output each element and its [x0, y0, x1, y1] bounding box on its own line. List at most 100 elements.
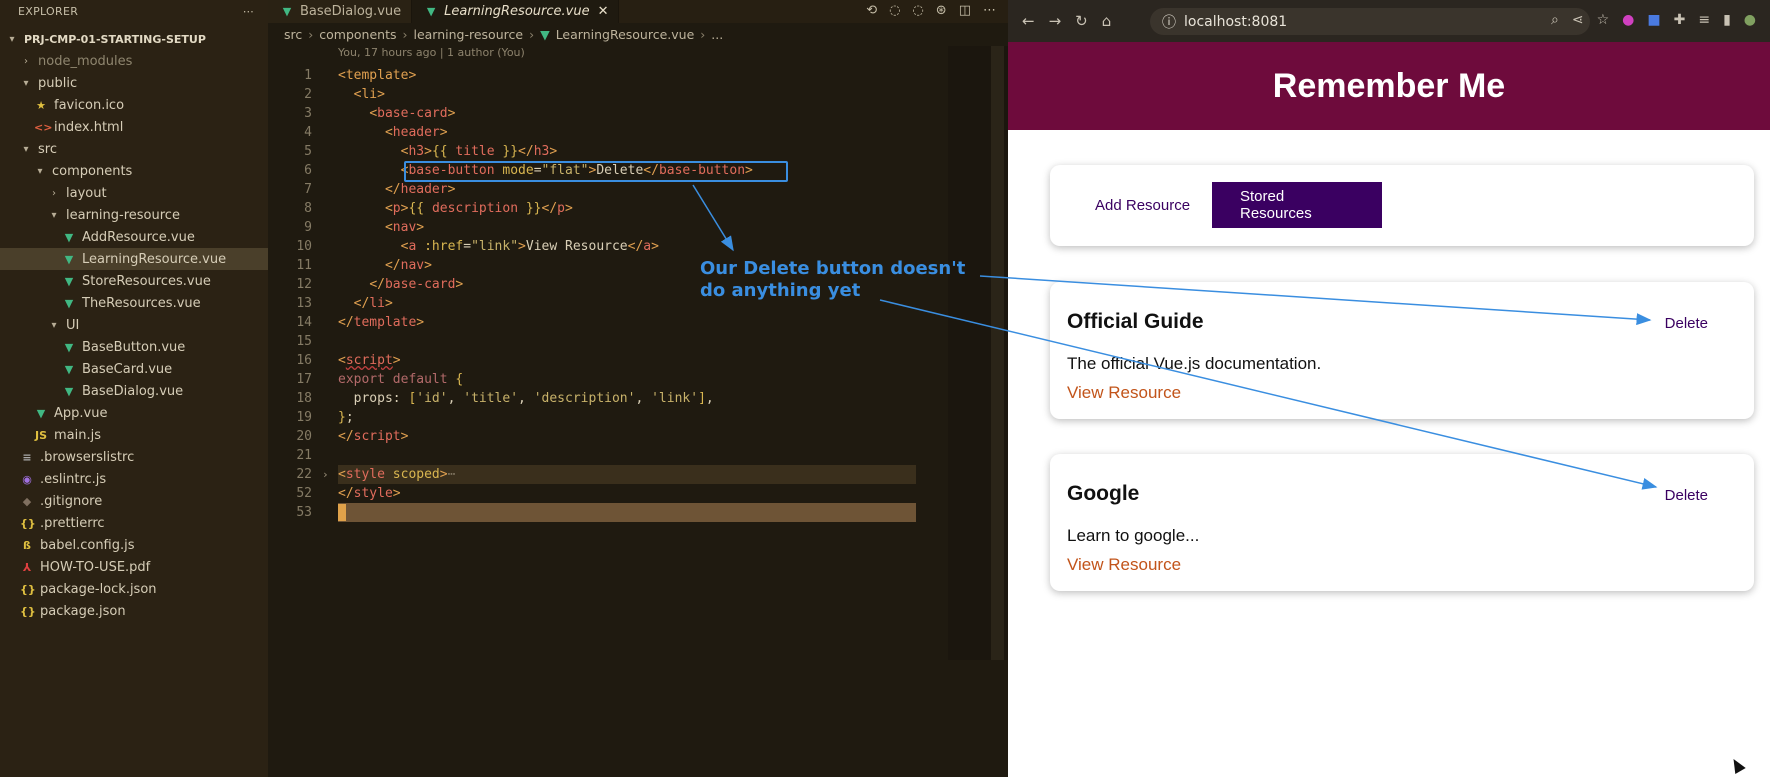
tree-item[interactable]: ◆ .gitignore [0, 490, 268, 512]
code-line[interactable]: 16 <script> [268, 351, 1008, 370]
tree-item[interactable]: ▼ BaseCard.vue [0, 358, 268, 380]
tree-item[interactable]: ▾ learning-resource [0, 204, 268, 226]
code-line[interactable]: 19}; [268, 408, 1008, 427]
tree-item[interactable]: ▼ StoreResources.vue [0, 270, 268, 292]
editor-tabs: ▼ BaseDialog.vue ▼ LearningResource.vue … [268, 0, 1008, 23]
code-text: <style scoped>⋯ [338, 467, 456, 482]
code-line[interactable]: 5 <h3>{{ title }}</h3> [268, 142, 1008, 161]
code-line[interactable]: 21 [268, 446, 1008, 465]
tree-item[interactable]: ★ favicon.ico [0, 94, 268, 116]
view-resource-link[interactable]: View Resource [1067, 555, 1181, 575]
tree-item[interactable]: JS main.js [0, 424, 268, 446]
breadcrumb-item[interactable]: LearningResource.vue [556, 27, 695, 42]
tree-item[interactable]: ▾ src [0, 138, 268, 160]
media-icon[interactable]: ≡ [1698, 12, 1710, 28]
add-resource-button[interactable]: Add Resource [1067, 182, 1219, 228]
breadcrumb-item[interactable]: ... [711, 27, 723, 42]
tree-item[interactable]: {} package-lock.json [0, 578, 268, 600]
share-icon[interactable]: ⋖ [1572, 12, 1584, 28]
code-line[interactable]: 9 <nav> [268, 218, 1008, 237]
tree-item[interactable]: {} package.json [0, 600, 268, 622]
delete-button[interactable]: Delete [1661, 313, 1712, 334]
tree-item[interactable]: ▼ TheResources.vue [0, 292, 268, 314]
code-line[interactable]: 1 <template> [268, 66, 1008, 85]
tree-item[interactable]: ▼ BaseButton.vue [0, 336, 268, 358]
bookmark-star-icon[interactable]: ☆ [1597, 12, 1610, 28]
back-icon[interactable]: ◌ [889, 3, 900, 18]
tree-item[interactable]: <> index.html [0, 116, 268, 138]
reload-icon[interactable]: ↻ [1075, 12, 1088, 30]
code-text: <p>{{ description }}</p> [384, 201, 573, 216]
info-icon[interactable]: ⓘ [1162, 12, 1176, 32]
tree-item[interactable]: ⅄ HOW-TO-USE.pdf [0, 556, 268, 578]
code-line[interactable]: 3 <base-card> [268, 104, 1008, 123]
tree-item[interactable]: ≡ .browserslistrc [0, 446, 268, 468]
tree-item[interactable]: ß babel.config.js [0, 534, 268, 556]
project-root[interactable]: ▾ PRJ-CMP-01-STARTING-SETUP [0, 28, 268, 50]
tree-item[interactable]: ▼ App.vue [0, 402, 268, 424]
code-line[interactable]: 52 </style> [268, 484, 1008, 503]
tab-basedialog[interactable]: ▼ BaseDialog.vue [268, 0, 413, 23]
tree-item-label: favicon.ico [54, 97, 125, 113]
code-line[interactable]: 7 </header> [268, 180, 1008, 199]
tree-item[interactable]: ▾ components [0, 160, 268, 182]
translate-icon[interactable]: ■ [1647, 12, 1660, 28]
code-line[interactable]: 8 <p>{{ description }}</p> [268, 199, 1008, 218]
tree-item[interactable]: ▼ AddResource.vue [0, 226, 268, 248]
editor-scrollbar[interactable] [991, 46, 1004, 660]
git-icon[interactable]: ⊛ [936, 3, 947, 18]
code-line[interactable]: 10 <a :href="link">View Resource</a> [268, 237, 1008, 256]
code-text: props: ['id', 'title', 'description', 'l… [353, 391, 714, 406]
code-line[interactable]: 2 <li> [268, 85, 1008, 104]
zoom-icon[interactable]: ⌕ [1551, 12, 1559, 28]
address-bar[interactable]: ⓘ localhost:8081 [1150, 8, 1590, 35]
close-icon[interactable]: ✕ [598, 4, 609, 19]
tree-item[interactable]: › layout [0, 182, 268, 204]
ellipsis-icon[interactable]: ⋯ [243, 5, 254, 18]
tab-label: LearningResource.vue [444, 4, 590, 19]
tree-item[interactable]: ▾ UI [0, 314, 268, 336]
vue-file-icon: ▼ [64, 296, 74, 310]
tab-learningresource[interactable]: ▼ LearningResource.vue ✕ [412, 0, 620, 23]
tree-item[interactable]: ▼ LearningResource.vue [0, 248, 268, 270]
code-text: </base-card> [369, 277, 464, 292]
breadcrumb-item[interactable]: components [319, 27, 396, 42]
vue-file-icon: ▼ [64, 230, 74, 244]
breadcrumb-item[interactable]: src [284, 27, 302, 42]
forward-arrow-icon[interactable]: → [1049, 12, 1062, 30]
tree-item[interactable]: {} .prettierrc [0, 512, 268, 534]
screen: EXPLORER ⋯ ▾ PRJ-CMP-01-STARTING-SETUP ›… [0, 0, 1770, 777]
fold-chevron-icon[interactable]: › [322, 465, 329, 484]
code-line[interactable]: 20 </script> [268, 427, 1008, 446]
tree-item[interactable]: ▾ public [0, 72, 268, 94]
more-icon[interactable]: ⋯ [983, 3, 996, 18]
code-line[interactable]: 14 </template> [268, 313, 1008, 332]
split-editor-icon[interactable]: ◫ [959, 3, 971, 18]
puzzle-icon[interactable]: ✚ [1674, 12, 1686, 28]
code-line[interactable]: 17 export default { [268, 370, 1008, 389]
tree-item-label: package.json [40, 603, 126, 619]
code-line[interactable]: 4 <header> [268, 123, 1008, 142]
browser-actions: ⌕ ⋖ ☆ ● ■ ✚ ≡ ▮ ● [1551, 12, 1756, 28]
sidepanel-icon[interactable]: ▮ [1723, 12, 1731, 28]
line-number: 53 [296, 505, 312, 520]
avatar[interactable]: ● [1744, 12, 1756, 28]
code-line[interactable]: 53 [268, 503, 1008, 522]
tree-item[interactable]: ◉ .eslintrc.js [0, 468, 268, 490]
line-number: 14 [296, 315, 312, 330]
stored-resources-button[interactable]: Stored Resources [1212, 182, 1382, 228]
code-line[interactable]: 15 [268, 332, 1008, 351]
back-arrow-icon[interactable]: ← [1022, 12, 1035, 30]
code-line[interactable]: 18 props: ['id', 'title', 'description',… [268, 389, 1008, 408]
tree-item[interactable]: ▼ BaseDialog.vue [0, 380, 268, 402]
home-icon[interactable]: ⌂ [1102, 12, 1112, 30]
delete-button[interactable]: Delete [1661, 485, 1712, 506]
json-file-icon: {} [20, 604, 36, 618]
compare-icon[interactable]: ⟲ [866, 3, 877, 18]
forward-icon[interactable]: ◌ [912, 3, 923, 18]
code-line[interactable]: 22 › <style scoped>⋯ [268, 465, 1008, 484]
extension-icon[interactable]: ● [1622, 12, 1634, 28]
breadcrumb-item[interactable]: learning-resource [413, 27, 523, 42]
view-resource-link[interactable]: View Resource [1067, 383, 1181, 403]
tree-item[interactable]: › node_modules [0, 50, 268, 72]
